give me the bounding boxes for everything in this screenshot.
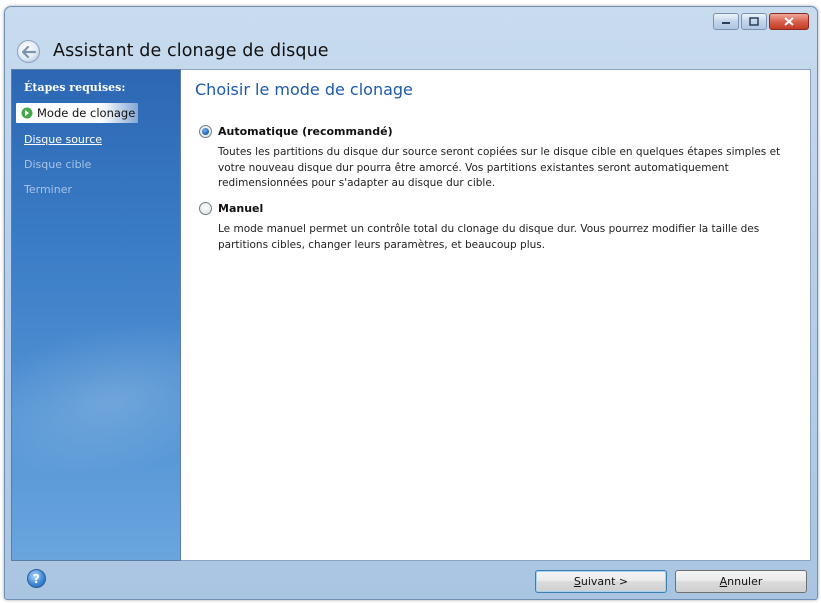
next-button[interactable]: Suivant > — [535, 570, 667, 593]
page-title: Choisir le mode de clonage — [195, 80, 413, 99]
caption-buttons — [713, 13, 809, 30]
next-label: uivant > — [580, 575, 629, 588]
steps-sidebar: Étapes requises: Mode de clonage Disque … — [11, 69, 181, 561]
cancel-mnemonic: A — [719, 575, 728, 588]
wizard-window: Assistant de clonage de disque Étapes re… — [4, 6, 818, 600]
option-automatique-label[interactable]: Automatique (recommandé) — [218, 125, 393, 138]
maximize-button[interactable] — [741, 13, 767, 30]
current-step-arrow-icon — [21, 107, 33, 119]
minimize-icon — [722, 21, 730, 24]
sidebar-step-label: Mode de clonage — [37, 106, 136, 120]
option-manuel-description: Le mode manuel permet un contrôle total … — [218, 223, 760, 251]
cancel-button[interactable]: Annuler — [675, 570, 807, 593]
window-title: Assistant de clonage de disque — [53, 41, 329, 61]
option-automatique[interactable]: Automatique (recommandé) — [199, 125, 393, 138]
sidebar-step-terminer: Terminer — [24, 183, 72, 196]
option-manuel[interactable]: Manuel — [199, 202, 263, 215]
option-automatique-description: Toutes les partitions du disque dur sour… — [218, 146, 781, 189]
radio-automatique[interactable] — [199, 125, 212, 138]
sidebar-header: Étapes requises: — [24, 81, 126, 94]
minimize-button[interactable] — [713, 13, 739, 30]
next-mnemonic: S — [573, 575, 581, 588]
maximize-icon — [749, 17, 759, 26]
sidebar-step-mode-de-clonage[interactable]: Mode de clonage — [16, 103, 138, 123]
close-icon — [784, 17, 794, 26]
sidebar-step-disque-source[interactable]: Disque source — [24, 133, 102, 146]
option-manuel-label[interactable]: Manuel — [218, 202, 263, 215]
help-icon[interactable]: ? — [27, 569, 46, 588]
close-button[interactable] — [769, 13, 809, 30]
sidebar-step-disque-cible: Disque cible — [24, 158, 92, 171]
cancel-label: nnuler — [727, 575, 763, 588]
back-icon[interactable] — [17, 40, 40, 63]
radio-manuel[interactable] — [199, 202, 212, 215]
main-content: Choisir le mode de clonage Automatique (… — [181, 69, 811, 561]
